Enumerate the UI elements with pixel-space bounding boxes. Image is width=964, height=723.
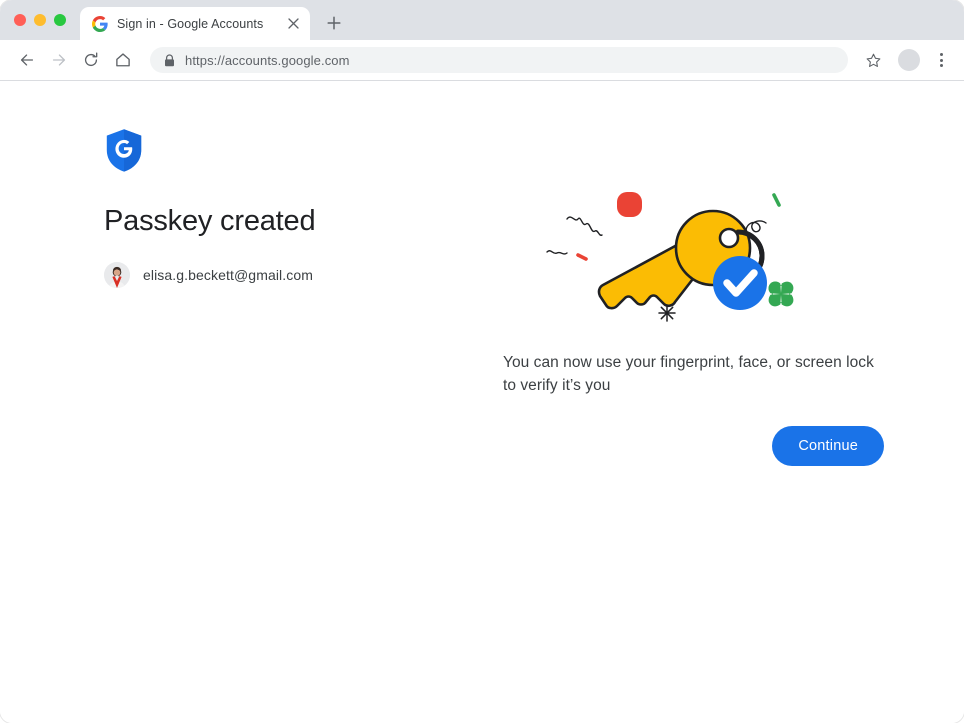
plus-icon	[327, 16, 341, 30]
continue-button[interactable]: Continue	[772, 426, 884, 466]
content-right-column: You can now use your fingerprint, face, …	[495, 186, 885, 466]
tab-title: Sign in - Google Accounts	[117, 17, 275, 31]
reload-icon	[82, 51, 100, 69]
avatar	[104, 262, 130, 288]
page-title: Passkey created	[104, 204, 464, 239]
button-row: Continue	[495, 426, 885, 466]
browser-toolbar: https://accounts.google.com	[0, 40, 964, 81]
window-minimize-button[interactable]	[34, 14, 46, 26]
description-text: You can now use your fingerprint, face, …	[503, 351, 883, 397]
menu-dot	[940, 64, 943, 67]
tab-strip: Sign in - Google Accounts	[0, 0, 964, 40]
forward-button[interactable]	[44, 45, 74, 75]
window-controls	[14, 0, 80, 40]
star-icon	[865, 52, 882, 69]
google-shield-icon	[104, 128, 144, 173]
profile-avatar-icon[interactable]	[898, 49, 920, 71]
three-dots-vertical-icon[interactable]	[930, 49, 952, 71]
content-left-column: Passkey created elisa.g.beckett@gmail.co…	[104, 128, 464, 293]
back-button[interactable]	[12, 45, 42, 75]
bookmark-button[interactable]	[858, 45, 888, 75]
window-close-button[interactable]	[14, 14, 26, 26]
google-g-icon	[92, 16, 108, 32]
menu-dot	[940, 59, 943, 62]
home-button[interactable]	[108, 45, 138, 75]
home-icon	[114, 51, 132, 69]
reload-button[interactable]	[76, 45, 106, 75]
browser-tab[interactable]: Sign in - Google Accounts	[80, 7, 310, 40]
passkey-key-with-check-illustration	[545, 186, 845, 331]
menu-dot	[940, 53, 943, 56]
lock-icon	[164, 54, 175, 67]
arrow-left-icon	[18, 51, 36, 69]
arrow-right-icon	[50, 51, 68, 69]
page-content: Passkey created elisa.g.beckett@gmail.co…	[0, 81, 964, 723]
account-chip[interactable]: elisa.g.beckett@gmail.com	[104, 262, 313, 288]
url-text: https://accounts.google.com	[185, 53, 350, 68]
new-tab-button[interactable]	[320, 9, 348, 37]
close-icon[interactable]	[284, 15, 302, 33]
address-bar[interactable]: https://accounts.google.com	[150, 47, 848, 73]
account-email: elisa.g.beckett@gmail.com	[143, 267, 313, 283]
browser-window: Sign in - Google Accounts	[0, 0, 964, 723]
window-zoom-button[interactable]	[54, 14, 66, 26]
